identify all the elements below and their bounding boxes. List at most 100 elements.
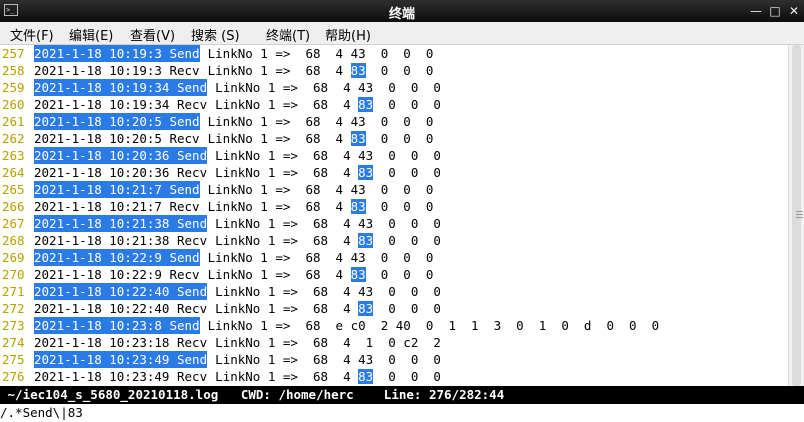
menu-edit[interactable]: 编辑(E) — [69, 25, 113, 44]
command-line[interactable]: /.*Send\|83 — [0, 404, 804, 422]
log-line: 271 2021-1-18 10:22:40 Send LinkNo 1 => 6… — [0, 283, 788, 300]
log-timestamp: 2021-1-18 10:21:7 Recv — [34, 199, 200, 214]
line-number: 265 — [2, 182, 25, 197]
line-number: 275 — [2, 352, 25, 367]
log-payload: LinkNo 1 => 68 4 43 0 0 0 — [207, 80, 441, 95]
log-payload: LinkNo 1 => 68 4 1 0 c2 2 — [207, 335, 441, 350]
log-timestamp: 2021-1-18 10:20:36 Send — [34, 147, 208, 164]
line-number: 262 — [2, 131, 25, 146]
search-match: 83 — [350, 267, 366, 282]
line-number: 258 — [2, 63, 25, 78]
log-timestamp: 2021-1-18 10:23:18 Recv — [34, 335, 208, 350]
line-number: 274 — [2, 335, 25, 350]
log-payload: LinkNo 1 => 68 4 83 0 0 0 — [200, 63, 434, 78]
log-line: 276 2021-1-18 10:23:49 Recv LinkNo 1 => 6… — [0, 368, 788, 385]
log-line: 261 2021-1-18 10:20:5 Send LinkNo 1 => 68… — [0, 113, 788, 130]
log-payload: LinkNo 1 => 68 4 43 0 0 0 — [200, 250, 434, 265]
search-match: 83 — [358, 233, 374, 248]
log-timestamp: 2021-1-18 10:22:9 Recv — [34, 267, 200, 282]
log-payload: LinkNo 1 => 68 4 83 0 0 0 — [207, 233, 441, 248]
log-payload: LinkNo 1 => 68 4 43 0 0 0 — [200, 46, 434, 61]
log-timestamp: 2021-1-18 10:21:38 Recv — [34, 233, 208, 248]
log-timestamp: 2021-1-18 10:22:40 Recv — [34, 301, 208, 316]
log-line: 259 2021-1-18 10:19:34 Send LinkNo 1 => 6… — [0, 79, 788, 96]
log-line: 270 2021-1-18 10:22:9 Recv LinkNo 1 => 68… — [0, 266, 788, 283]
menubar: 文件(F) 编辑(E) 查看(V) 搜索 (S) 终端(T) 帮助(H) — [0, 22, 804, 45]
log-payload: LinkNo 1 => 68 e c0 2 40 0 1 1 3 0 1 0 d… — [200, 318, 660, 333]
search-match: 83 — [358, 301, 374, 316]
log-timestamp: 2021-1-18 10:21:7 Send — [34, 181, 200, 198]
line-number: 276 — [2, 369, 25, 384]
scrollbar[interactable] — [788, 45, 804, 386]
log-line: 274 2021-1-18 10:23:18 Recv LinkNo 1 => 6… — [0, 334, 788, 351]
menu-help[interactable]: 帮助(H) — [325, 25, 371, 44]
log-line: 273 2021-1-18 10:23:8 Send LinkNo 1 => 68… — [0, 317, 788, 334]
line-number: 267 — [2, 216, 25, 231]
log-timestamp: 2021-1-18 10:20:5 Send — [34, 113, 200, 130]
log-timestamp: 2021-1-18 10:19:3 Send — [34, 45, 200, 62]
log-line: 267 2021-1-18 10:21:38 Send LinkNo 1 => 6… — [0, 215, 788, 232]
log-timestamp: 2021-1-18 10:20:5 Recv — [34, 131, 200, 146]
log-line: 272 2021-1-18 10:22:40 Recv LinkNo 1 => 6… — [0, 300, 788, 317]
search-match: 83 — [358, 165, 374, 180]
line-number: 260 — [2, 97, 25, 112]
menu-view[interactable]: 查看(V) — [130, 25, 175, 44]
search-match: 83 — [358, 97, 374, 112]
line-number: 270 — [2, 267, 25, 282]
search-match: 83 — [350, 199, 366, 214]
line-number: 259 — [2, 80, 25, 95]
log-payload: LinkNo 1 => 68 4 83 0 0 0 — [207, 97, 441, 112]
log-payload: LinkNo 1 => 68 4 43 0 0 0 — [207, 148, 441, 163]
log-line: 257 2021-1-18 10:19:3 Send LinkNo 1 => 68… — [0, 45, 788, 62]
line-number: 273 — [2, 318, 25, 333]
search-match: 83 — [358, 369, 374, 384]
log-payload: LinkNo 1 => 68 4 83 0 0 0 — [207, 369, 441, 384]
log-timestamp: 2021-1-18 10:19:34 Send — [34, 79, 208, 96]
log-line: 258 2021-1-18 10:19:3 Recv LinkNo 1 => 68… — [0, 62, 788, 79]
log-timestamp: 2021-1-18 10:23:49 Recv — [34, 369, 208, 384]
log-line: 262 2021-1-18 10:20:5 Recv LinkNo 1 => 68… — [0, 130, 788, 147]
log-timestamp: 2021-1-18 10:23:49 Send — [34, 351, 208, 368]
log-payload: LinkNo 1 => 68 4 43 0 0 0 — [207, 284, 441, 299]
window-title: 终端 — [388, 7, 415, 22]
line-number: 271 — [2, 284, 25, 299]
line-number: 266 — [2, 199, 25, 214]
log-payload: LinkNo 1 => 68 4 43 0 0 0 — [200, 182, 434, 197]
menu-file[interactable]: 文件(F) — [10, 25, 54, 44]
log-line: 260 2021-1-18 10:19:34 Recv LinkNo 1 => 6… — [0, 96, 788, 113]
log-payload: LinkNo 1 => 68 4 83 0 0 0 — [200, 131, 434, 146]
line-number: 272 — [2, 301, 25, 316]
log-timestamp: 2021-1-18 10:22:40 Send — [34, 283, 208, 300]
scrollbar-thumb[interactable] — [792, 45, 803, 386]
log-line: 268 2021-1-18 10:21:38 Recv LinkNo 1 => 6… — [0, 232, 788, 249]
maximize-icon[interactable]: □ — [767, 3, 783, 19]
window-titlebar: >_ 终端 — □ ✕ — [0, 0, 804, 22]
log-timestamp: 2021-1-18 10:19:34 Recv — [34, 97, 208, 112]
log-timestamp: 2021-1-18 10:19:3 Recv — [34, 63, 200, 78]
log-payload: LinkNo 1 => 68 4 83 0 0 0 — [200, 267, 434, 282]
line-number: 269 — [2, 250, 25, 265]
log-line: 269 2021-1-18 10:22:9 Send LinkNo 1 => 68… — [0, 249, 788, 266]
menu-search[interactable]: 搜索 (S) — [191, 25, 240, 44]
log-payload: LinkNo 1 => 68 4 83 0 0 0 — [207, 301, 441, 316]
line-number: 263 — [2, 148, 25, 163]
line-number: 264 — [2, 165, 25, 180]
status-bar: ~/iec104_s_5680_20210118.log CWD: /home/… — [0, 386, 804, 404]
terminal-content[interactable]: 257 2021-1-18 10:19:3 Send LinkNo 1 => 68… — [0, 45, 788, 386]
log-line: 265 2021-1-18 10:21:7 Send LinkNo 1 => 68… — [0, 181, 788, 198]
search-match: 83 — [350, 63, 366, 78]
log-timestamp: 2021-1-18 10:21:38 Send — [34, 215, 208, 232]
line-number: 261 — [2, 114, 25, 129]
log-payload: LinkNo 1 => 68 4 43 0 0 0 — [207, 216, 441, 231]
menu-terminal[interactable]: 终端(T) — [266, 25, 310, 44]
log-payload: LinkNo 1 => 68 4 83 0 0 0 — [207, 165, 441, 180]
log-line: 266 2021-1-18 10:21:7 Recv LinkNo 1 => 68… — [0, 198, 788, 215]
log-payload: LinkNo 1 => 68 4 83 0 0 0 — [200, 199, 434, 214]
log-line: 275 2021-1-18 10:23:49 Send LinkNo 1 => 6… — [0, 351, 788, 368]
close-icon[interactable]: ✕ — [786, 3, 802, 19]
log-timestamp: 2021-1-18 10:22:9 Send — [34, 249, 200, 266]
minimize-icon[interactable]: — — [748, 3, 764, 19]
log-timestamp: 2021-1-18 10:20:36 Recv — [34, 165, 208, 180]
line-number: 268 — [2, 233, 25, 248]
search-match: 83 — [350, 131, 366, 146]
